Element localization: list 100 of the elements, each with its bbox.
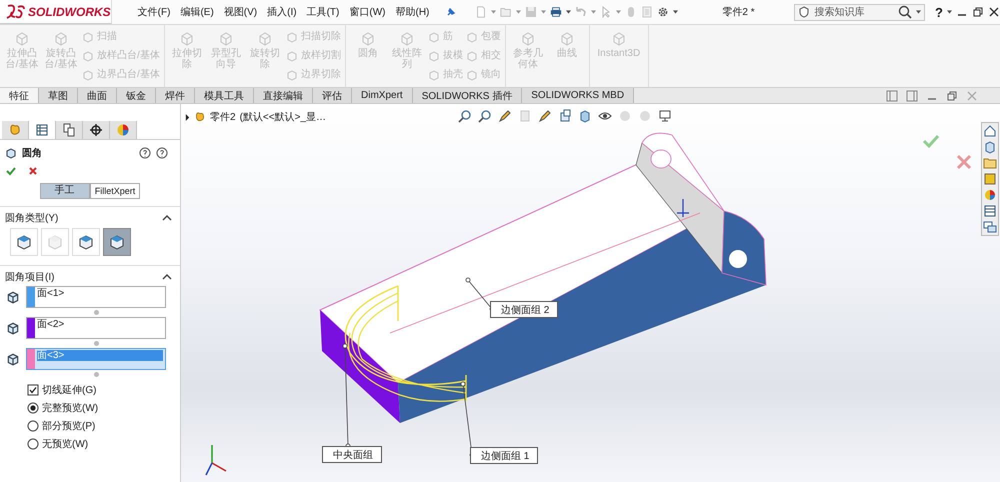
ribbon-tab[interactable]: SOLIDWORKS MBD — [522, 88, 634, 103]
ribbon-tab[interactable]: 特征 — [0, 88, 39, 103]
view-orientation-icon[interactable] — [558, 109, 572, 123]
menu-item[interactable]: 工具(T) — [306, 5, 340, 19]
cube-icon — [466, 30, 478, 43]
callout-label: 边侧面组 1 — [470, 447, 538, 464]
settings-icon[interactable] — [657, 6, 670, 18]
help-icon[interactable] — [139, 147, 151, 159]
face-item[interactable]: 面<2> — [37, 319, 163, 330]
search-icon[interactable] — [898, 5, 912, 19]
menu-item[interactable]: 插入(I) — [267, 5, 297, 19]
resize-handle[interactable] — [94, 372, 98, 377]
properties-icon[interactable] — [983, 204, 997, 218]
panel-tab[interactable] — [56, 121, 83, 139]
cube-icon — [428, 69, 440, 82]
zoom-icon[interactable] — [478, 109, 492, 123]
menu-item[interactable]: 窗口(W) — [349, 5, 386, 19]
ribbon-tab[interactable]: 直接编辑 — [254, 88, 313, 103]
close-icon[interactable] — [988, 6, 1000, 18]
part-name[interactable]: 零件2 — [210, 110, 236, 124]
help-button[interactable]: ? — [935, 4, 943, 20]
forum-icon[interactable] — [983, 220, 997, 234]
ribbon-tab[interactable]: SOLIDWORKS 插件 — [412, 88, 522, 103]
help-icon[interactable] — [156, 147, 168, 159]
menu-item[interactable]: 文件(F) — [138, 5, 170, 19]
caret-icon[interactable] — [566, 10, 572, 14]
cube-icon — [610, 31, 627, 47]
ds-logo-icon — [6, 4, 26, 20]
callout-label: 中央面组 — [322, 446, 382, 463]
shield-icon — [798, 6, 810, 18]
restore-icon[interactable] — [972, 6, 984, 18]
display-style-icon[interactable] — [578, 109, 592, 123]
mode-toggle[interactable]: FilletXpert — [90, 183, 140, 199]
cube-icon — [53, 31, 69, 47]
configuration-icon — [62, 123, 76, 137]
monitor-icon[interactable] — [658, 109, 672, 123]
ribbon-tab[interactable]: 评估 — [313, 88, 352, 103]
cube-icon — [256, 31, 273, 47]
panel-tab[interactable] — [83, 121, 110, 139]
cube-icon — [428, 30, 440, 43]
checkbox[interactable] — [27, 384, 39, 396]
cube-icon — [466, 69, 478, 82]
caret-icon[interactable] — [947, 10, 952, 14]
cube-icon — [286, 69, 298, 82]
expand-arrow-icon[interactable] — [185, 114, 190, 120]
ribbon-tab[interactable]: 曲面 — [78, 88, 117, 103]
ribbon-tab[interactable]: 焊件 — [156, 88, 195, 103]
menu-item[interactable]: 帮助(H) — [395, 5, 430, 19]
mode-toggle[interactable]: 手工 — [40, 183, 90, 199]
menu-item[interactable]: 编辑(E) — [180, 5, 214, 19]
radio-button[interactable] — [27, 438, 39, 450]
fillet-type-button[interactable] — [103, 228, 131, 256]
configuration-label: (默认<<默认>_显… — [240, 111, 326, 124]
cube-icon — [558, 31, 575, 47]
cube-icon — [178, 31, 195, 47]
axis-triad-icon — [205, 445, 226, 476]
app-logo[interactable]: SOLIDWORKS — [0, 0, 112, 24]
cube-icon — [82, 69, 94, 82]
ribbon-tab[interactable]: 钣金 — [117, 88, 156, 103]
panel-right-icon[interactable] — [906, 90, 918, 102]
pencil-icon[interactable] — [498, 109, 512, 123]
face-list-box[interactable]: 面<1> — [26, 286, 166, 308]
radio-button[interactable] — [27, 402, 39, 414]
cube-icon — [82, 50, 94, 62]
option-label[interactable]: 完整预览(W) — [42, 401, 98, 415]
option-label[interactable]: 部分预览(P) — [42, 419, 96, 433]
appearance-icon[interactable] — [983, 188, 997, 202]
option-label[interactable]: 无预览(W) — [42, 437, 88, 451]
pin-icon[interactable] — [445, 6, 458, 18]
option-label[interactable]: 切线延伸(G) — [42, 383, 96, 397]
panel-left-icon[interactable] — [886, 90, 898, 102]
face-list-box[interactable]: 面<2> — [26, 317, 166, 339]
cancel-icon[interactable] — [27, 165, 39, 177]
pencil-icon[interactable] — [538, 109, 552, 123]
fillet-cube-icon — [5, 147, 17, 159]
folder-icon[interactable] — [983, 156, 997, 170]
resize-handle[interactable] — [94, 310, 98, 315]
panel-title: 圆角 — [22, 146, 42, 160]
ribbon-tab[interactable]: DimXpert — [352, 88, 413, 103]
document-title: 零件2 * — [722, 6, 756, 19]
collapse-chevron-icon[interactable] — [162, 274, 172, 280]
zoom-icon[interactable] — [458, 109, 472, 123]
menu-item[interactable]: 视图(V) — [224, 5, 258, 19]
ok-check-icon[interactable] — [5, 165, 17, 177]
ribbon-tab[interactable]: 草图 — [39, 88, 78, 103]
app-name: SOLIDWORKS — [28, 4, 111, 18]
radio-button[interactable] — [27, 420, 39, 432]
cube-icon — [286, 50, 298, 62]
search-field[interactable]: 搜索知识库 — [794, 4, 926, 20]
home-icon[interactable] — [983, 124, 997, 138]
face-item[interactable]: 面<1> — [37, 288, 163, 299]
feature-tree-icon — [8, 123, 22, 137]
cube-icon — [428, 50, 440, 62]
ribbon-tab[interactable]: 模具工具 — [195, 88, 254, 103]
caret-icon[interactable] — [673, 10, 678, 14]
collapse-chevron-icon[interactable] — [162, 215, 172, 221]
caret-icon[interactable] — [916, 10, 922, 14]
resize-handle[interactable] — [94, 341, 98, 346]
face-cube-icon — [6, 290, 20, 304]
print-icon[interactable] — [550, 6, 562, 18]
